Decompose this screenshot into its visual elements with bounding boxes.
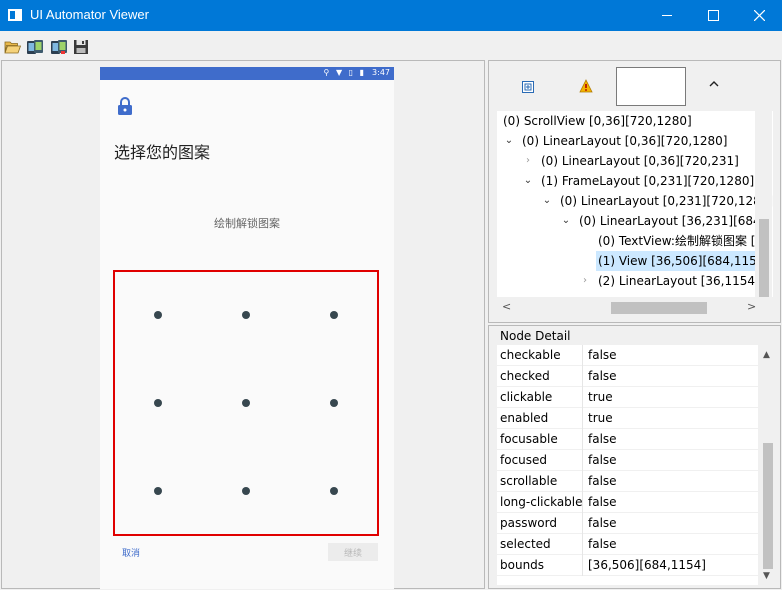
node-preview-box [616, 67, 686, 106]
cancel-button[interactable]: 取消 [122, 546, 140, 559]
tree-node[interactable]: › (2) LinearLayout [36,1154][6 [497, 271, 773, 291]
screenshot-panel[interactable]: ⚲ ▼ ▯ ▮ 3:47 选择您的图案 绘制解锁图案 取消 继续 [1, 60, 485, 589]
detail-vertical-scrollbar[interactable]: ▲ ▼ [759, 345, 776, 585]
tree-vertical-scrollbar[interactable] [755, 111, 772, 297]
chevron-up-icon[interactable]: ▲ [763, 350, 770, 360]
status-time: 3:47 [372, 68, 390, 77]
chevron-down-icon[interactable]: ⌄ [522, 171, 534, 191]
tree-node[interactable]: ⌄ (1) FrameLayout [0,231][720,1280] [497, 171, 773, 191]
hierarchy-panel: (0) ScrollView [0,36][720,1280] ⌄ (0) Li… [488, 60, 781, 323]
pattern-dot[interactable] [242, 487, 250, 495]
hierarchy-tree[interactable]: (0) ScrollView [0,36][720,1280] ⌄ (0) Li… [497, 111, 773, 317]
app-icon [8, 9, 22, 21]
pattern-dot[interactable] [330, 311, 338, 319]
table-row[interactable]: long-clickable false [497, 492, 758, 513]
table-row[interactable]: checkable false [497, 345, 758, 366]
pattern-view-highlight[interactable] [113, 270, 379, 536]
save-icon [74, 40, 88, 54]
tree-horizontal-scrollbar[interactable]: < > [497, 297, 773, 317]
detail-title: Node Detail [500, 329, 571, 343]
chevron-down-icon[interactable]: ⌄ [560, 211, 572, 231]
tree-node-selected[interactable]: (1) View [36,506][684,1154] [497, 251, 773, 271]
tree-node[interactable]: › (0) LinearLayout [0,36][720,231] [497, 151, 773, 171]
close-icon [753, 10, 765, 21]
pattern-hint: 绘制解锁图案 [214, 217, 280, 230]
tree-toolbar [489, 61, 780, 111]
warning-icon[interactable] [579, 79, 593, 93]
pattern-dot[interactable] [154, 311, 162, 319]
folder-open-icon [4, 41, 22, 54]
chevron-down-icon[interactable]: ▼ [763, 571, 770, 581]
toolbar [0, 31, 782, 59]
node-detail-table[interactable]: checkable false checked false clickable tru… [497, 345, 758, 585]
close-button[interactable] [736, 0, 782, 31]
table-row[interactable]: bounds [36,506][684,1154] [497, 555, 758, 576]
tree-node[interactable]: (0) TextView:绘制解锁图案 [3 [497, 231, 773, 251]
lock-icon [118, 97, 132, 115]
table-row[interactable]: enabled true [497, 408, 758, 429]
status-icons: ⚲ ▼ ▯ ▮ [323, 68, 366, 77]
open-button[interactable] [4, 39, 22, 55]
chevron-up-icon[interactable] [707, 77, 721, 91]
pattern-dot[interactable] [242, 399, 250, 407]
chevron-down-icon[interactable]: ⌄ [503, 131, 515, 151]
table-row[interactable]: checked false [497, 366, 758, 387]
pattern-dot[interactable] [242, 311, 250, 319]
maximize-button[interactable] [690, 0, 736, 31]
device-status-bar: ⚲ ▼ ▯ ▮ 3:47 [100, 67, 394, 80]
device-screenshot-button[interactable] [26, 39, 44, 55]
scrollbar-thumb[interactable] [611, 302, 707, 314]
pattern-dot[interactable] [330, 487, 338, 495]
node-detail-panel: Node Detail checkable false checked false … [488, 325, 781, 589]
continue-button[interactable]: 继续 [328, 543, 378, 561]
pattern-dot[interactable] [154, 487, 162, 495]
device-screenshot-compressed-button[interactable] [50, 39, 68, 55]
table-row[interactable]: focused false [497, 450, 758, 471]
table-row[interactable]: password false [497, 513, 758, 534]
pattern-dot[interactable] [154, 399, 162, 407]
pattern-dot[interactable] [330, 399, 338, 407]
chevron-down-icon[interactable]: ⌄ [541, 191, 553, 211]
chevron-right-icon[interactable]: > [747, 300, 756, 313]
scrollbar-thumb[interactable] [763, 443, 773, 569]
chevron-right-icon[interactable]: › [522, 151, 534, 171]
scrollbar-thumb[interactable] [759, 219, 769, 297]
minimize-button[interactable] [644, 0, 690, 31]
table-row[interactable]: focusable false [497, 429, 758, 450]
tree-node[interactable]: ⌄ (0) LinearLayout [36,231][684,1 [497, 211, 773, 231]
table-row[interactable]: scrollable false [497, 471, 758, 492]
device-screen[interactable]: ⚲ ▼ ▯ ▮ 3:47 选择您的图案 绘制解锁图案 取消 继续 [100, 67, 394, 589]
expand-all-icon[interactable] [522, 81, 534, 93]
tree-node[interactable]: (0) ScrollView [0,36][720,1280] [497, 111, 773, 131]
tree-node[interactable]: ⌄ (0) LinearLayout [0,231][720,1280] [497, 191, 773, 211]
device-screenshot-compressed-icon [51, 40, 67, 54]
window-title: UI Automator Viewer [30, 7, 149, 22]
chevron-right-icon[interactable]: › [579, 271, 591, 291]
tree-node[interactable]: ⌄ (0) LinearLayout [0,36][720,1280] [497, 131, 773, 151]
table-row[interactable]: selected false [497, 534, 758, 555]
save-button[interactable] [73, 39, 91, 55]
table-row[interactable]: clickable true [497, 387, 758, 408]
title-bar: UI Automator Viewer [0, 0, 782, 31]
page-title: 选择您的图案 [114, 143, 211, 162]
chevron-left-icon[interactable]: < [502, 300, 511, 313]
device-screenshot-icon [27, 40, 43, 54]
